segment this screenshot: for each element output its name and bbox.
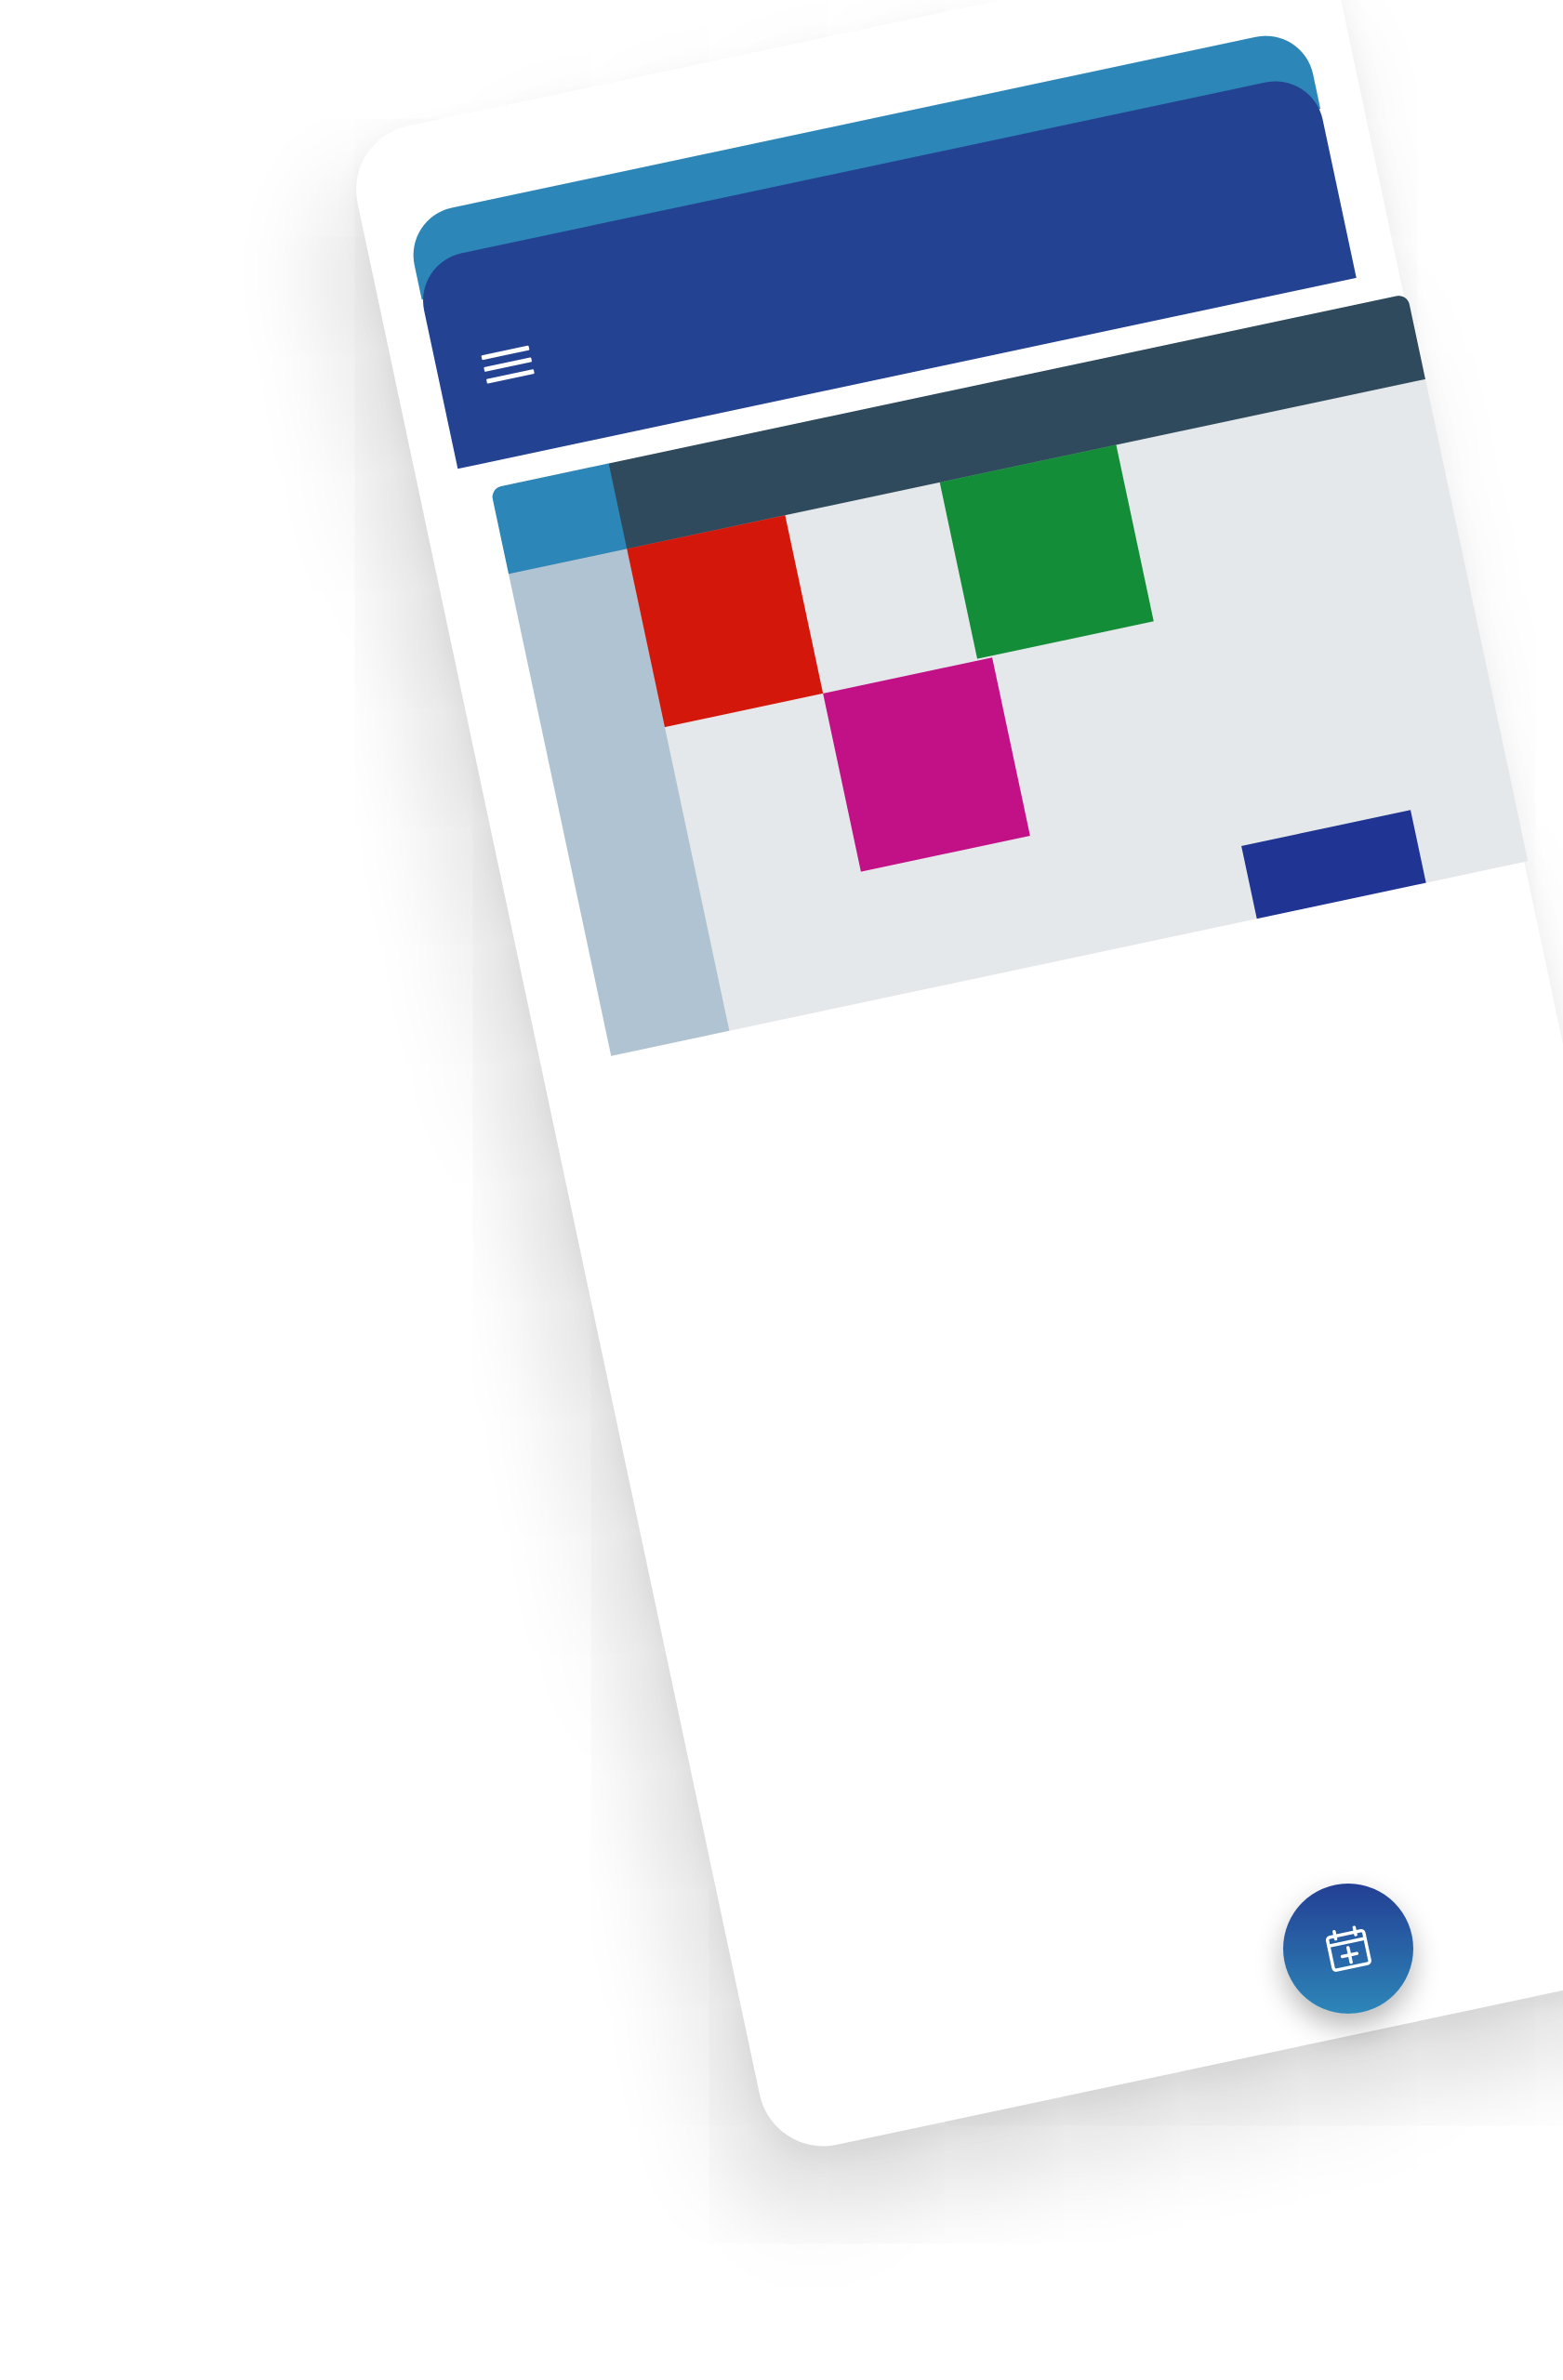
hamburger-menu-icon xyxy=(481,345,535,384)
event-magenta[interactable] xyxy=(823,657,1030,872)
phone-frame xyxy=(344,0,1563,2159)
add-event-button[interactable] xyxy=(1283,1884,1413,2014)
event-green[interactable] xyxy=(939,444,1154,659)
screen xyxy=(0,0,1563,2380)
calendar-add-icon xyxy=(1325,1925,1371,1972)
menu-button[interactable] xyxy=(481,345,537,396)
event-blue[interactable] xyxy=(1241,810,1450,1028)
